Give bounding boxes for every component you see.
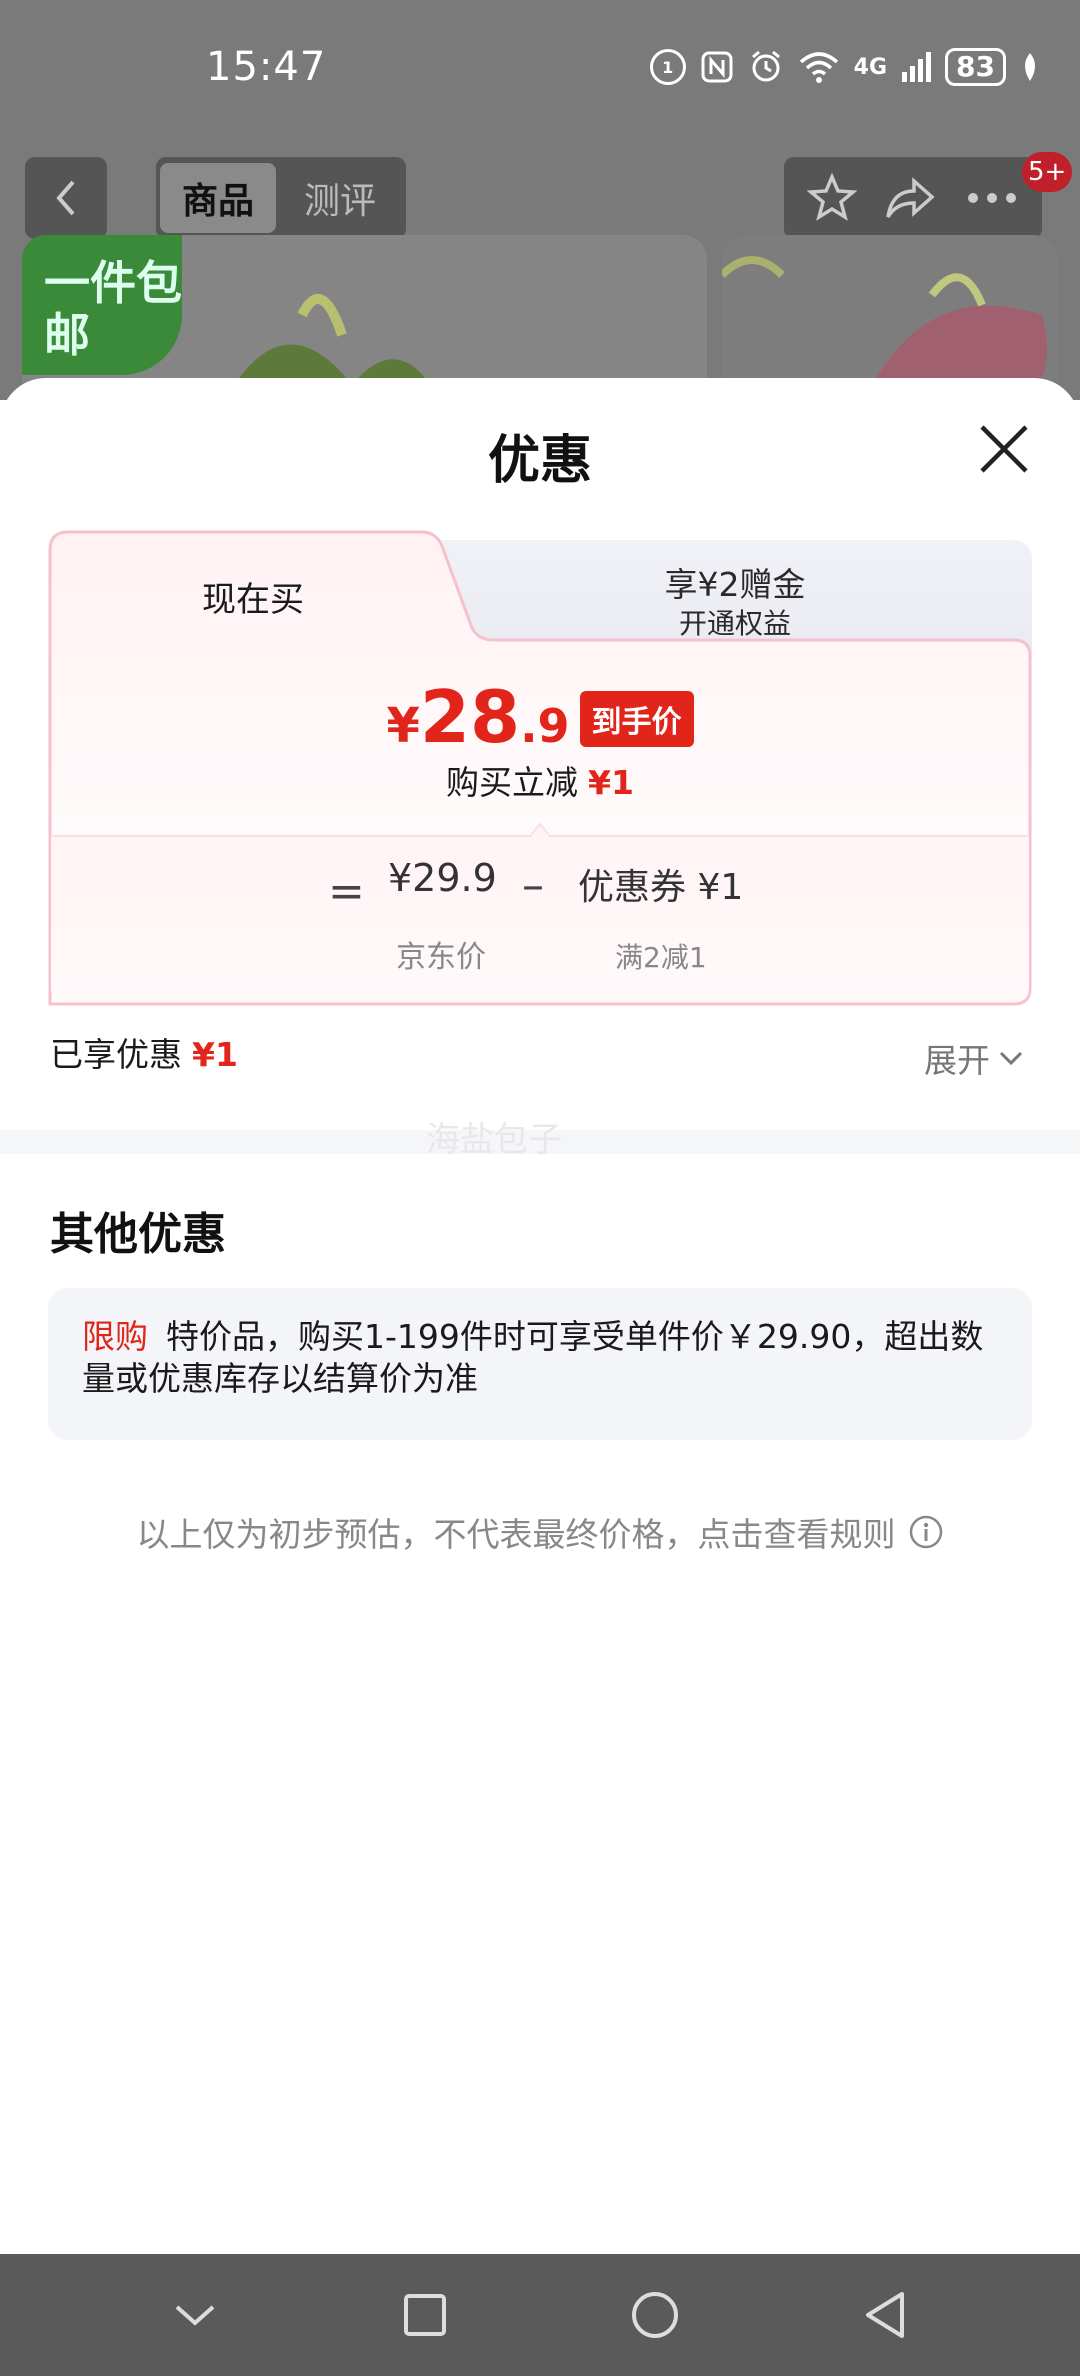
status-time: 15:47 bbox=[206, 44, 327, 90]
status-icons: 1 4G 83 bbox=[649, 48, 1040, 86]
dragon-fruit-image bbox=[224, 294, 440, 400]
final-price-badge: 到手价 bbox=[579, 691, 694, 747]
nav-home-button[interactable] bbox=[620, 2280, 690, 2350]
price-integer: 28 bbox=[419, 675, 521, 759]
status-bar: 15:47 1 4G 83 bbox=[0, 0, 1080, 140]
dragon-fruit-image-2 bbox=[722, 256, 1047, 400]
back-button[interactable] bbox=[25, 157, 107, 239]
coupon-amount: 优惠券 ¥1 bbox=[578, 867, 744, 908]
purchase-limit-box: 限购 特价品，购买1-199件时可享受单件价￥29.90，超出数量或优惠库存以结算… bbox=[48, 1288, 1032, 1440]
equals-sign: = bbox=[328, 866, 365, 917]
price-currency: ¥ bbox=[386, 698, 420, 754]
background-page: 15:47 1 4G 83 商品 测评 5+ 一件包邮 bbox=[0, 0, 1080, 400]
leaf-icon bbox=[1025, 53, 1035, 81]
minus-sign: – bbox=[522, 860, 544, 911]
enjoyed-label: 已享优惠 bbox=[50, 1035, 182, 1074]
tab-product[interactable]: 商品 bbox=[160, 163, 276, 233]
instant-discount-label: 购买立减 bbox=[446, 763, 579, 802]
product-image-card: 一件包邮 bbox=[22, 235, 707, 400]
tab-review[interactable]: 测评 bbox=[282, 163, 398, 233]
nav-back-button[interactable] bbox=[850, 2280, 920, 2350]
discount-sheet: 优惠 享¥2赠金 开通权益 现在买 ¥28.9 到手价 购买立减 ¥1 = ¥2… bbox=[0, 378, 1080, 2254]
battery-indicator: 83 bbox=[945, 48, 1006, 86]
disclaimer-text: 以上仅为初步预估，不代表最终价格，点击查看规则 bbox=[136, 1515, 896, 1554]
signal-icon bbox=[902, 52, 932, 82]
square-icon bbox=[404, 2294, 446, 2336]
alarm-icon bbox=[751, 50, 780, 82]
close-icon[interactable] bbox=[978, 423, 1030, 475]
instant-discount-amount: ¥1 bbox=[588, 763, 634, 802]
nav-tabs: 商品 测评 bbox=[156, 157, 406, 239]
price-decimal: .9 bbox=[520, 699, 570, 753]
chevron-down-icon bbox=[175, 2305, 215, 2326]
other-discounts-title: 其他优惠 bbox=[50, 1209, 226, 1260]
original-price: ¥29.9 bbox=[388, 856, 497, 900]
star-icon[interactable] bbox=[807, 173, 858, 223]
chevron-down-icon bbox=[999, 1051, 1023, 1066]
coupon-rule: 满2减1 bbox=[615, 941, 707, 974]
nav-recents-button[interactable] bbox=[390, 2280, 460, 2350]
sheet-title: 优惠 bbox=[487, 431, 592, 491]
enjoyed-amount: ¥1 bbox=[192, 1035, 238, 1074]
tab-buy-now[interactable]: 现在买 bbox=[48, 572, 458, 621]
watermark: 海盐包子 bbox=[426, 1120, 562, 1160]
wifi-icon bbox=[799, 52, 838, 83]
system-nav-bar bbox=[0, 2254, 1080, 2376]
triangle-back-icon bbox=[866, 2292, 904, 2338]
limit-tag: 限购 bbox=[82, 1317, 148, 1356]
circle-icon bbox=[632, 2292, 678, 2338]
price-card: 享¥2赠金 开通权益 现在买 ¥28.9 到手价 购买立减 ¥1 = ¥29.9… bbox=[48, 530, 1032, 1006]
product-image-card-2 bbox=[722, 235, 1058, 400]
info-icon bbox=[909, 1515, 942, 1549]
final-price: ¥28.9 到手价 bbox=[48, 675, 1032, 759]
price-formula: = ¥29.9 京东价 – 优惠券 ¥1 满2减1 bbox=[48, 840, 1032, 1004]
instant-discount: 购买立减 ¥1 bbox=[48, 756, 1032, 804]
nav-collapse-button[interactable] bbox=[160, 2280, 230, 2350]
share-icon[interactable] bbox=[884, 173, 938, 223]
hd-call-icon: 1 bbox=[649, 49, 686, 85]
price-rules-link[interactable]: 以上仅为初步预估，不代表最终价格，点击查看规则 bbox=[0, 1508, 1080, 1556]
chevron-left-icon bbox=[56, 180, 75, 216]
nav-actions bbox=[784, 157, 1042, 239]
expand-label: 展开 bbox=[924, 1041, 990, 1080]
notification-badge: 5+ bbox=[1022, 152, 1073, 192]
more-icon[interactable] bbox=[965, 188, 1019, 208]
original-price-label: 京东价 bbox=[396, 940, 486, 975]
network-type: 4G bbox=[853, 54, 888, 80]
limit-text: 特价品，购买1-199件时可享受单件价￥29.90，超出数量或优惠库存以结算价为… bbox=[82, 1317, 984, 1398]
enjoyed-discount: 已享优惠 ¥1 bbox=[50, 1028, 238, 1076]
expand-button[interactable]: 展开 bbox=[924, 1034, 1024, 1082]
nfc-icon bbox=[701, 51, 733, 83]
